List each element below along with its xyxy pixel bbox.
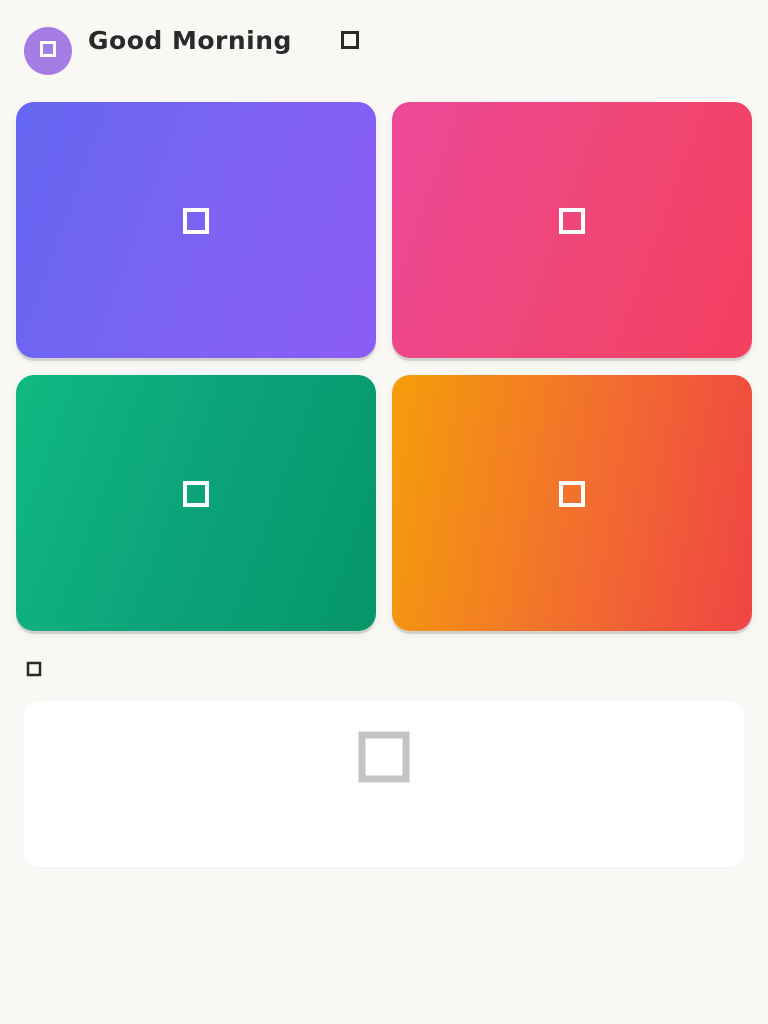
action-card-1[interactable] [16, 102, 376, 358]
page-title: Good Morning [88, 25, 292, 55]
recent-empty-panel [24, 701, 744, 867]
app-header: Good Morning [24, 26, 744, 82]
clock-icon [24, 659, 44, 679]
leaf-icon [182, 480, 210, 508]
inbox-icon [358, 731, 410, 783]
heart-icon [558, 207, 586, 235]
header-title-row: Good Morning [88, 25, 360, 55]
action-card-3[interactable] [16, 375, 376, 631]
action-card-4[interactable] [392, 375, 752, 631]
sun-icon [340, 30, 360, 50]
edit-icon [182, 207, 210, 235]
user-icon [39, 40, 57, 62]
action-card-2[interactable] [392, 102, 752, 358]
star-icon [558, 480, 586, 508]
avatar[interactable] [24, 27, 72, 75]
recent-section-header [24, 656, 64, 682]
